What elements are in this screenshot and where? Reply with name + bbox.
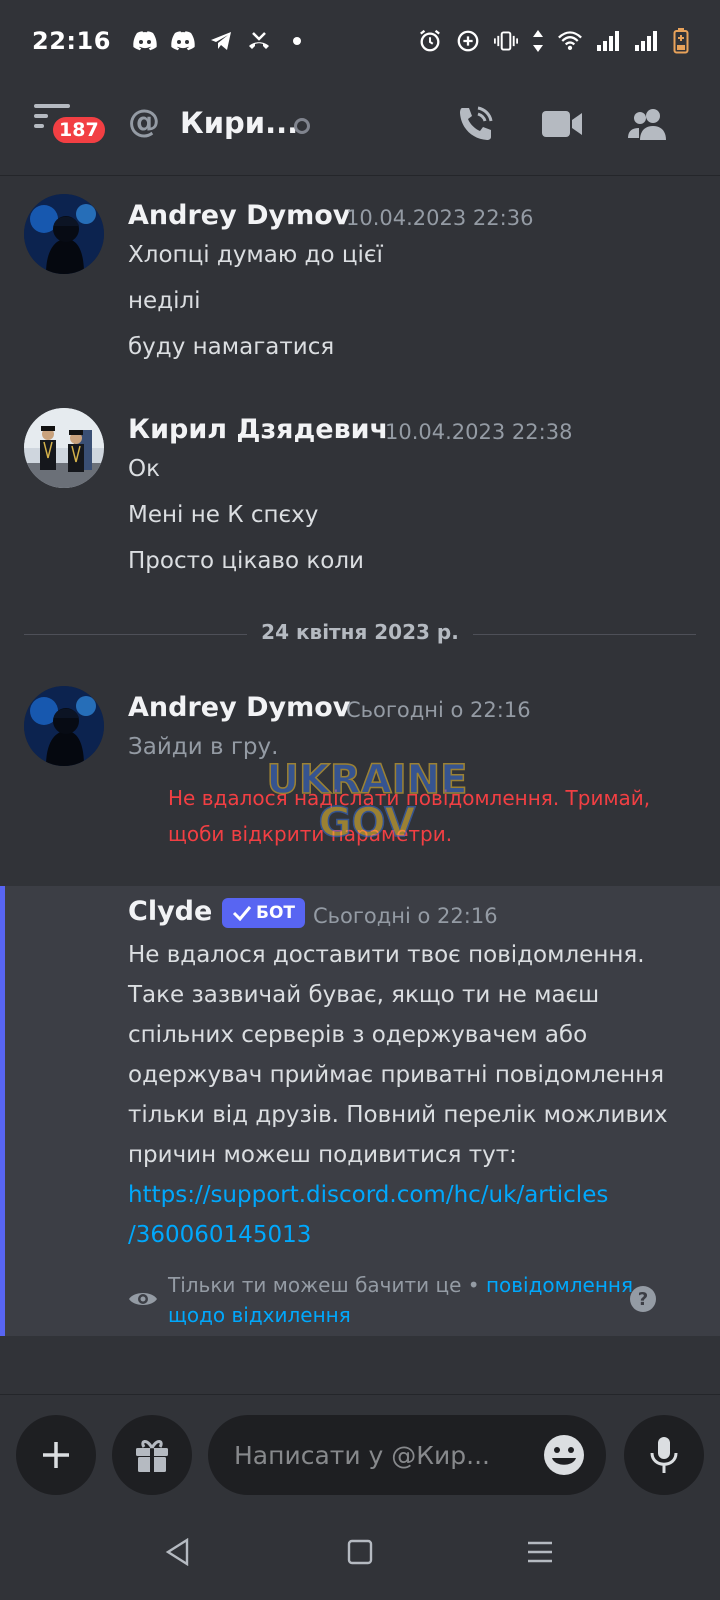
status-bar: 22:16 [0,0,720,82]
message-composer: Написати у @Кир... [0,1394,720,1504]
message-input[interactable]: Написати у @Кир... [208,1415,606,1495]
attach-button[interactable] [16,1415,96,1495]
emoji-button[interactable] [542,1433,586,1477]
clyde-message[interactable]: Clyde БОТ Сьогодні о 22:16 Не вдалося до… [0,886,720,1336]
message-author[interactable]: Кирил Дзядевич [128,414,388,445]
signal-icon [634,29,658,53]
date-divider-label: 24 квітня 2023 р. [247,620,473,644]
home-button[interactable] [340,1532,380,1572]
signal-icon [596,29,620,53]
message-text: одержувач приймає приватні повідомлення [128,1062,665,1088]
message-text: спільних серверів з одержувачем або [128,1022,588,1048]
members-button[interactable] [624,100,672,148]
message-text: Не вдалося доставити твоє повідомлення. [128,942,645,968]
smile-icon [544,1435,584,1475]
message-author[interactable]: Clyde [128,896,212,927]
watermark-logo: UKRAINE GOV [262,748,472,848]
message-timestamp: 10.04.2023 22:38 [385,420,573,444]
unread-badge: 187 [50,114,108,146]
recents-lines-icon [528,1541,552,1563]
message-text: причин можеш подивитися тут: [128,1142,517,1168]
dot-icon [285,29,309,53]
gift-button[interactable] [112,1415,192,1495]
channel-header: 187 @ Кири... [0,82,720,176]
telegram-icon [209,29,233,53]
data-saver-icon [456,29,480,53]
bot-tag: БОТ [222,898,306,928]
discord-icon [133,29,157,53]
message-text: Хлопці думаю до цієї [128,242,383,268]
message-text: Мені не К спєху [128,502,319,528]
at-icon: @ [128,102,160,140]
recents-button[interactable] [520,1532,560,1572]
back-triangle-icon [165,1538,189,1566]
voice-message-button[interactable] [624,1415,704,1495]
call-icon [460,106,493,140]
message-timestamp: Сьогодні о 22:16 [346,698,531,722]
system-nav-bar [0,1504,720,1600]
status-time: 22:16 [32,27,111,55]
message-author[interactable]: Andrey Dymov [128,200,350,231]
message-input-placeholder: Написати у @Кир... [234,1440,490,1470]
ephemeral-text: Тільки ти можеш бачити це • [168,1273,480,1297]
wifi-icon [558,29,582,53]
vibrate-icon [494,29,518,53]
failed-message-text[interactable]: Зайди в гру. [128,734,278,760]
plus-icon [43,1442,69,1468]
avatar[interactable] [24,408,104,488]
offline-status-icon [294,118,310,134]
data-arrows-icon [532,29,544,53]
message-text: неділі [128,288,201,314]
ephemeral-notice: Тільки ти можеш бачити це • повідомлення… [128,1270,688,1330]
message-timestamp: 10.04.2023 22:36 [346,206,534,230]
avatar[interactable] [24,194,104,274]
svg-text:UKRAINE: UKRAINE [267,757,468,803]
video-icon [542,111,582,137]
channel-name[interactable]: Кири... [180,106,298,140]
message-text: Таке зазвичай буває, якщо ти не маєш [128,982,600,1008]
discord-icon [171,29,195,53]
message-author[interactable]: Andrey Dymov [128,692,350,723]
message-text: тільки від друзів. Повний перелік можлив… [128,1102,668,1128]
back-button[interactable] [158,1532,198,1572]
support-link[interactable]: https://support.discord.com/hc/uk/articl… [128,1182,608,1208]
message-timestamp: Сьогодні о 22:16 [313,904,498,928]
message-text: Ок [128,456,160,482]
eye-icon [129,1293,157,1305]
members-icon [628,109,666,140]
home-square-icon [347,1539,373,1565]
help-icon[interactable]: ? [630,1286,656,1312]
notification-icons [133,29,309,53]
gift-icon [136,1440,168,1472]
support-link[interactable]: /360060145013 [128,1222,311,1248]
system-icons [418,28,690,54]
message-text: буду намагатися [128,334,335,360]
battery-icon [672,28,690,54]
bot-tag-label: БОТ [256,903,296,923]
date-divider: 24 квітня 2023 р. [24,620,696,650]
microphone-icon [650,1437,678,1473]
verified-check-icon [232,906,252,921]
svg-text:GOV: GOV [319,800,416,846]
alarm-icon [418,29,442,53]
video-call-button[interactable] [538,100,586,148]
voice-call-button[interactable] [452,100,500,148]
missed-call-icon [247,29,271,53]
message-text: Просто цікаво коли [128,548,364,574]
avatar[interactable] [24,686,104,766]
